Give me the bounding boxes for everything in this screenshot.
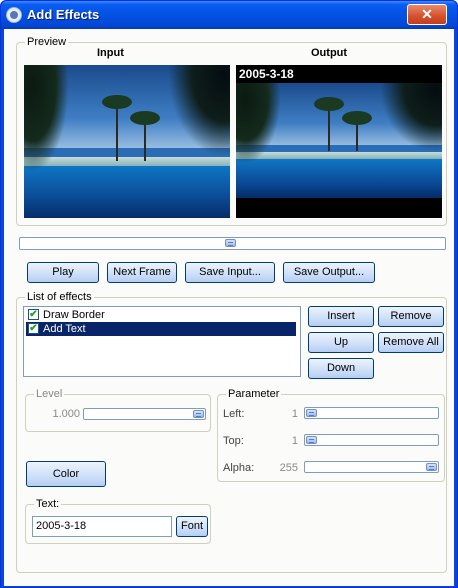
level-group-label: Level xyxy=(34,388,65,400)
level-slider[interactable] xyxy=(83,408,206,420)
top-slider[interactable] xyxy=(304,434,439,446)
top-value: 1 xyxy=(291,435,298,447)
alpha-slider[interactable] xyxy=(304,461,439,473)
top-label: Top: xyxy=(223,435,244,447)
level-slider-thumb[interactable] xyxy=(193,410,204,418)
output-label: Output xyxy=(311,47,348,59)
level-group: Level 1.000 xyxy=(25,388,211,432)
down-button[interactable]: Down xyxy=(308,358,374,379)
save-input-button[interactable]: Save Input... xyxy=(185,262,275,283)
draw-border-checkbox[interactable]: ✔ xyxy=(28,309,39,320)
left-value: 1 xyxy=(291,408,298,420)
title-bar[interactable]: Add Effects ✕ xyxy=(1,1,457,29)
save-output-button[interactable]: Save Output... xyxy=(283,262,375,283)
add-effects-window: Add Effects ✕ Preview Input Output 2005-… xyxy=(0,0,458,588)
output-preview-image: 2005-3-18 xyxy=(236,65,442,218)
list-item-add-text[interactable]: ✔ Add Text xyxy=(26,322,296,336)
next-frame-button[interactable]: Next Frame xyxy=(107,262,177,283)
add-text-checkbox[interactable]: ✔ xyxy=(28,323,39,334)
dialog-body: Preview Input Output 2005-3-18 Play Next… xyxy=(4,29,454,586)
left-label: Left: xyxy=(223,408,245,420)
text-group-label: Text: xyxy=(34,498,62,510)
left-slider[interactable] xyxy=(304,407,439,419)
frame-slider-thumb[interactable] xyxy=(225,239,236,247)
left-slider-thumb[interactable] xyxy=(306,409,317,417)
effects-list[interactable]: ✔ Draw Border ✔ Add Text xyxy=(23,306,301,377)
draw-border-label: Draw Border xyxy=(43,309,105,321)
color-button[interactable]: Color xyxy=(26,461,106,487)
close-button[interactable]: ✕ xyxy=(407,4,447,25)
remove-all-button[interactable]: Remove All xyxy=(378,332,444,353)
add-text-label: Add Text xyxy=(43,323,86,335)
remove-button[interactable]: Remove xyxy=(378,306,444,327)
input-preview-image xyxy=(24,65,230,218)
parameter-group-label: Parameter xyxy=(226,388,282,400)
input-label: Input xyxy=(97,47,124,59)
list-item-draw-border[interactable]: ✔ Draw Border xyxy=(26,308,296,322)
effects-group-label: List of effects xyxy=(25,291,94,303)
alpha-value: 255 xyxy=(279,462,298,474)
alpha-label: Alpha: xyxy=(223,462,255,474)
up-button[interactable]: Up xyxy=(308,332,374,353)
preview-group-label: Preview xyxy=(25,36,69,48)
effects-group: List of effects ✔ Draw Border ✔ Add Text… xyxy=(16,291,447,573)
app-icon xyxy=(6,7,22,23)
top-slider-thumb[interactable] xyxy=(306,436,317,444)
window-title: Add Effects xyxy=(27,7,100,22)
text-input[interactable]: 2005-3-18 xyxy=(32,516,172,537)
text-group: Text: 2005-3-18 Font xyxy=(25,498,211,544)
alpha-slider-thumb[interactable] xyxy=(426,463,437,471)
preview-group: Preview Input Output 2005-3-18 xyxy=(16,36,447,226)
frame-slider[interactable] xyxy=(19,237,446,250)
level-value: 1.000 xyxy=(52,408,80,420)
font-button[interactable]: Font xyxy=(176,516,208,537)
play-button[interactable]: Play xyxy=(27,262,99,283)
output-overlay-text: 2005-3-18 xyxy=(239,67,294,81)
parameter-group: Parameter Left: 1 Top: 1 Alpha: 255 xyxy=(217,388,445,482)
insert-button[interactable]: Insert xyxy=(308,306,374,327)
